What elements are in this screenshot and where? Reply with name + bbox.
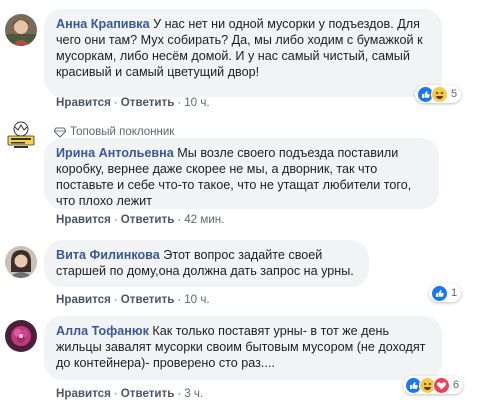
reply-button[interactable]: Ответить	[121, 96, 175, 109]
like-button[interactable]: Нравится	[56, 213, 111, 226]
reactions-summary[interactable]: 5	[415, 85, 462, 103]
badge-label: Топовый поклонник	[70, 126, 175, 138]
heart-icon	[433, 376, 450, 394]
haha-icon	[431, 85, 448, 103]
comment-author[interactable]: Анна Крапивка	[56, 17, 150, 31]
like-button[interactable]: Нравится	[56, 96, 111, 109]
comment-time[interactable]: 42 мин.	[184, 213, 224, 226]
comment-time[interactable]: 10 ч.	[184, 293, 209, 306]
reaction-count: 6	[453, 379, 460, 391]
separator: ·	[177, 96, 182, 109]
separator: ·	[113, 387, 118, 400]
comment-actions: Нравится · Ответить · 10 ч.	[56, 96, 210, 109]
comment-actions: Нравится · Ответить · 10 ч.	[56, 293, 210, 306]
comment-bubble: Анна Крапивка У нас нет ни одной мусорки…	[44, 9, 442, 97]
reply-button[interactable]: Ответить	[121, 213, 175, 226]
comment-author[interactable]: Вита Филинкова	[56, 248, 160, 262]
reply-button[interactable]: Ответить	[121, 387, 175, 400]
avatar[interactable]	[5, 320, 37, 352]
separator: ·	[177, 387, 182, 400]
separator: ·	[113, 96, 118, 109]
diamond-icon	[54, 127, 66, 138]
comment-time[interactable]: 10 ч.	[184, 96, 209, 109]
top-fan-badge[interactable]: Топовый поклонник	[54, 126, 174, 138]
like-icon	[431, 284, 448, 302]
reaction-count: 1	[451, 287, 458, 299]
reaction-count: 5	[451, 88, 458, 100]
avatar[interactable]	[5, 246, 37, 278]
comment-author[interactable]: Алла Тофанюк	[56, 324, 149, 338]
comment-actions: Нравится · Ответить · 3 ч.	[56, 387, 203, 400]
separator: ·	[177, 293, 182, 306]
reply-button[interactable]: Ответить	[121, 293, 175, 306]
comment-author[interactable]: Ирина Антольевна	[56, 146, 174, 160]
separator: ·	[113, 293, 118, 306]
avatar[interactable]	[5, 14, 37, 46]
comment-actions: Нравится · Ответить · 42 мин.	[56, 213, 224, 226]
reactions-summary[interactable]: 6	[403, 376, 464, 394]
separator: ·	[177, 213, 182, 226]
comment-bubble: Алла Тофанюк Как только поставят урны- в…	[44, 316, 442, 380]
reactions-summary[interactable]: 1	[429, 284, 462, 302]
like-button[interactable]: Нравится	[56, 387, 111, 400]
like-button[interactable]: Нравится	[56, 293, 111, 306]
avatar[interactable]	[5, 119, 37, 151]
separator: ·	[113, 213, 118, 226]
comment-bubble: Вита Филинкова Этот вопрос задайте своей…	[44, 240, 369, 287]
comment-time[interactable]: 3 ч.	[184, 387, 203, 400]
comment-bubble: Ирина Антольевна Мы возле своего подъезд…	[44, 138, 439, 209]
